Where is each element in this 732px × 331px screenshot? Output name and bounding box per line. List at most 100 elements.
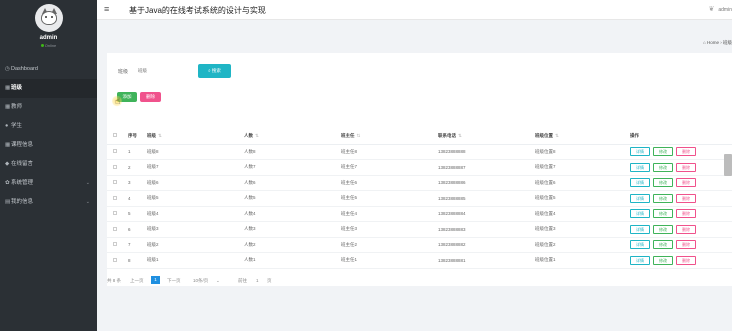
profile-name: admin bbox=[39, 35, 58, 41]
detail-button[interactable]: 详情 bbox=[630, 240, 650, 250]
user-avatar-icon: ❦ bbox=[708, 6, 715, 13]
table-row: 2 班级7 人数7 班主任7 13823888887 班级位置7 详情 修改 删除 bbox=[107, 159, 732, 176]
row-checkbox[interactable] bbox=[113, 242, 117, 247]
delete-button[interactable]: 删除 bbox=[676, 224, 696, 234]
pagination-total: 共 8 条 bbox=[107, 278, 122, 283]
cell-weizhi: 班级位置3 bbox=[535, 221, 630, 238]
detail-button[interactable]: 详情 bbox=[630, 162, 650, 172]
col-banji[interactable]: 班级 ⇅ bbox=[147, 128, 244, 145]
edit-button[interactable]: 修改 bbox=[653, 162, 673, 172]
pagination-page-size[interactable]: 10条/页 bbox=[193, 278, 208, 284]
delete-button[interactable]: 删除 bbox=[676, 240, 696, 250]
breadcrumb: ⌂ Home › 班级 bbox=[703, 40, 732, 46]
edit-button[interactable]: 修改 bbox=[653, 147, 673, 157]
cell-ops: 详情 修改 删除 bbox=[630, 206, 732, 222]
sidebar-item-3[interactable]: ● 学生 bbox=[0, 117, 97, 136]
col-banzhuren[interactable]: 班主任 ⇅ bbox=[341, 128, 438, 145]
cell-banzhuren: 班主任8 bbox=[341, 144, 438, 160]
cell-idx: 4 bbox=[128, 190, 147, 207]
delete-button[interactable]: 删除 bbox=[676, 193, 696, 203]
pagination-goto-input[interactable]: 1 bbox=[256, 278, 259, 283]
sidebar-item-6[interactable]: ✿系统管理 ⌄ bbox=[0, 174, 97, 193]
cell-ops: 详情 修改 删除 bbox=[630, 175, 732, 191]
sidebar-item-7[interactable]: ▤我的信息 ⌄ bbox=[0, 193, 97, 212]
row-checkbox[interactable] bbox=[113, 211, 117, 216]
detail-button[interactable]: 详情 bbox=[630, 193, 650, 203]
row-checkbox[interactable] bbox=[113, 195, 117, 200]
cell-ops: 详情 修改 删除 bbox=[630, 190, 732, 207]
edit-button[interactable]: 修改 bbox=[653, 224, 673, 234]
edit-button[interactable]: 修改 bbox=[653, 209, 673, 219]
profile: admin Online bbox=[0, 0, 97, 57]
col-lianxi[interactable]: 联系电话 ⇅ bbox=[438, 128, 535, 145]
detail-button[interactable]: 详情 bbox=[630, 209, 650, 219]
search-button[interactable]: ⌕ 搜索 bbox=[198, 64, 231, 78]
breadcrumb-current: 班级 bbox=[723, 40, 732, 45]
delete-button[interactable]: 删除 bbox=[676, 162, 696, 172]
delete-button[interactable]: 删除 bbox=[676, 209, 696, 219]
delete-button[interactable]: 删除 bbox=[676, 178, 696, 188]
header-user[interactable]: ❦ admin bbox=[709, 5, 732, 13]
edit-button[interactable]: 修改 bbox=[653, 240, 673, 250]
home-icon[interactable]: ⌂ bbox=[703, 40, 706, 45]
delete-button[interactable]: 删除 bbox=[676, 147, 696, 157]
edit-button[interactable]: 修改 bbox=[653, 255, 673, 265]
row-checkbox[interactable] bbox=[113, 226, 117, 231]
cell-ops: 详情 修改 删除 bbox=[630, 221, 732, 238]
pagination-current-page[interactable]: 1 bbox=[151, 276, 160, 284]
detail-button[interactable]: 详情 bbox=[630, 178, 650, 188]
search-input[interactable] bbox=[135, 64, 191, 76]
cell-lianxi: 13823888883 bbox=[438, 221, 535, 238]
col-weizhi[interactable]: 班级位置 ⇅ bbox=[535, 128, 630, 145]
col-renshu[interactable]: 人数 ⇅ bbox=[244, 128, 341, 145]
row-checkbox[interactable] bbox=[113, 149, 117, 154]
sidebar-item-label: 教师 bbox=[11, 104, 23, 110]
select-all-checkbox[interactable] bbox=[113, 133, 117, 138]
breadcrumb-home[interactable]: Home bbox=[707, 40, 719, 45]
cell-idx: 3 bbox=[128, 175, 147, 191]
cell-banji: 班级4 bbox=[147, 206, 244, 222]
cell-renshu: 人数1 bbox=[244, 252, 341, 269]
cell-idx: 5 bbox=[128, 206, 147, 222]
edit-button[interactable]: 修改 bbox=[653, 193, 673, 203]
sidebar-item-1[interactable]: ▦班级 bbox=[0, 79, 97, 98]
cell-weizhi: 班级位置1 bbox=[535, 252, 630, 269]
cell-banji: 班级7 bbox=[147, 159, 244, 176]
detail-button[interactable]: 详情 bbox=[630, 147, 650, 157]
delete-button[interactable]: 删除 bbox=[676, 255, 696, 265]
cell-lianxi: 13823888887 bbox=[438, 159, 535, 176]
batch-delete-button[interactable]: 删除 bbox=[140, 92, 161, 102]
avatar[interactable] bbox=[34, 4, 63, 32]
table-row: 5 班级4 人数4 班主任4 13823888884 班级位置4 详情 修改 删除 bbox=[107, 206, 732, 222]
table-header-row: 序号 班级 ⇅ 人数 ⇅ 班主任 ⇅ 联系电话 ⇅ 班级位置 ⇅ 操作 bbox=[107, 128, 732, 145]
cell-idx: 8 bbox=[128, 252, 147, 269]
sidebar-item-0[interactable]: ◷Dashboard bbox=[0, 60, 97, 79]
row-checkbox[interactable] bbox=[113, 257, 117, 262]
sidebar-item-label: 课程信息 bbox=[11, 142, 34, 148]
cell-banji: 班级2 bbox=[147, 237, 244, 253]
pagination-size-arrow-icon[interactable]: ⌄ bbox=[216, 278, 220, 284]
sidebar-item-label: Dashboard bbox=[11, 66, 38, 72]
sidebar-item-2[interactable]: ▦教师 bbox=[0, 98, 97, 117]
cell-idx: 6 bbox=[128, 221, 147, 238]
sidebar: admin Online ◷Dashboard ▦班级 ▦教师 ● 学生 ▦课程信息 ◆ 在线… bbox=[0, 0, 97, 331]
row-checkbox[interactable] bbox=[113, 180, 117, 185]
sort-icon: ⇅ bbox=[255, 132, 259, 138]
edit-button[interactable]: 修改 bbox=[653, 178, 673, 188]
cell-renshu: 人数5 bbox=[244, 190, 341, 207]
sidebar-item-5[interactable]: ◆ 在线留言 bbox=[0, 155, 97, 174]
cell-ops: 详情 修改 删除 bbox=[630, 252, 732, 269]
menu-toggle-icon[interactable]: ≡ bbox=[104, 5, 109, 14]
sidebar-item-4[interactable]: ▦课程信息 bbox=[0, 136, 97, 155]
detail-button[interactable]: 详情 bbox=[630, 224, 650, 234]
page-scrollbar[interactable] bbox=[724, 154, 732, 176]
cell-banji: 班级3 bbox=[147, 221, 244, 238]
breadcrumb-separator: › bbox=[720, 40, 722, 45]
row-checkbox[interactable] bbox=[113, 164, 117, 169]
table-row: 8 班级1 人数1 班主任1 13823888881 班级位置1 详情 修改 删除 bbox=[107, 252, 732, 269]
detail-button[interactable]: 详情 bbox=[630, 255, 650, 265]
pagination-next[interactable]: 下一页 bbox=[167, 278, 181, 284]
content-panel: 班级 ⌕ 搜索 添加 删除 ☝ 序号 班级⇅ 人数⇅ 班主任⇅ 联系电话⇅ 班级… bbox=[107, 53, 732, 286]
cell-banzhuren: 班主任7 bbox=[341, 159, 438, 176]
pagination-prev[interactable]: 上一页 bbox=[130, 278, 144, 284]
